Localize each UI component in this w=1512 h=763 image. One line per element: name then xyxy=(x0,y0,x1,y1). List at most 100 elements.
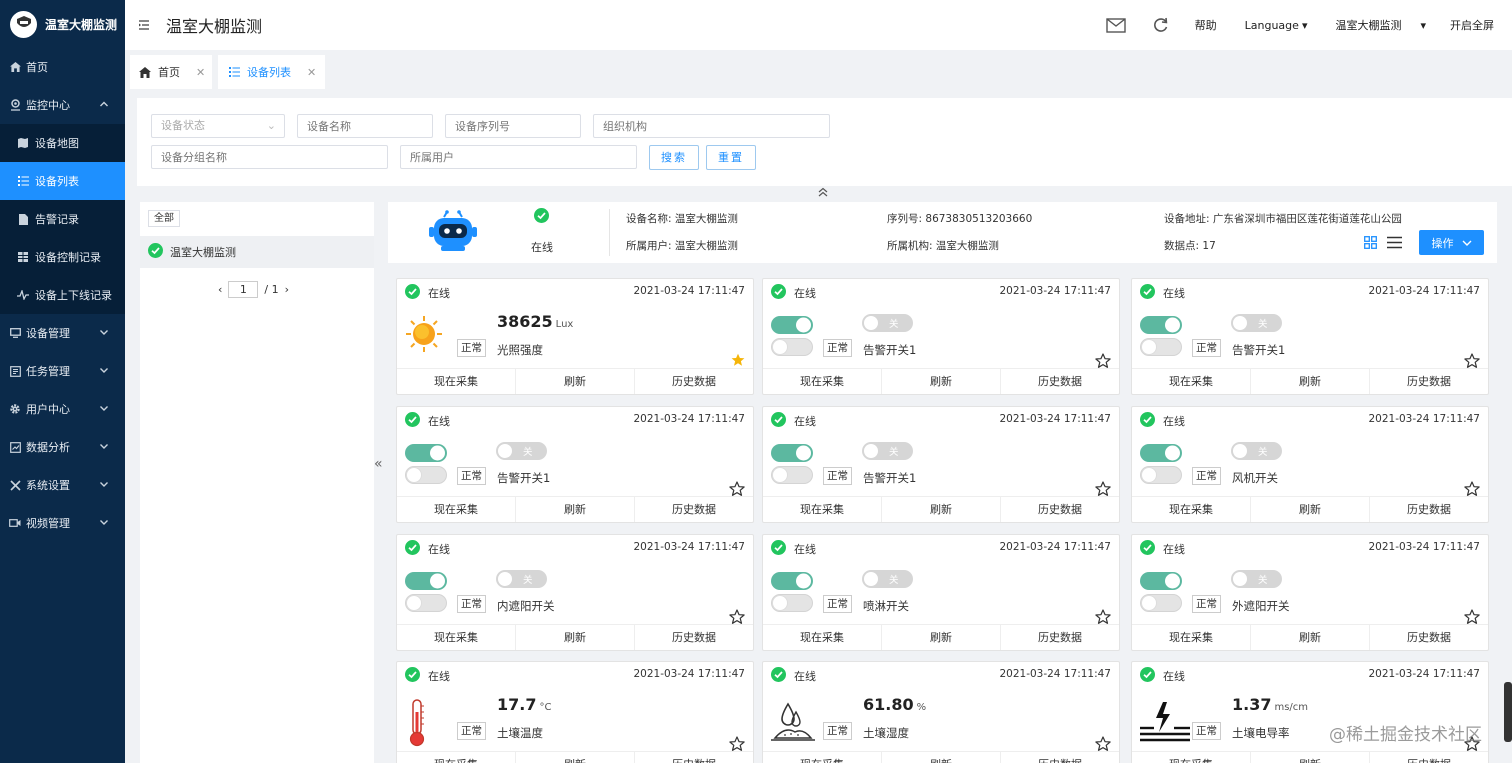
sidebar-item-2[interactable]: 设备地图 xyxy=(0,124,125,162)
prev-page-icon[interactable]: ‹ xyxy=(218,283,222,296)
page-number-input[interactable]: 1 xyxy=(228,281,259,298)
toggle-switch-on[interactable] xyxy=(1140,572,1182,593)
history-data-button[interactable]: 历史数据 xyxy=(635,752,753,763)
toggle-switch-off[interactable] xyxy=(405,466,447,487)
off-switch-pill[interactable]: 关 xyxy=(1231,442,1282,460)
help-link[interactable]: 帮助 xyxy=(1195,17,1217,33)
toggle-switch-on[interactable] xyxy=(1140,316,1182,337)
refresh-button[interactable]: 刷新 xyxy=(1251,625,1370,650)
history-data-button[interactable]: 历史数据 xyxy=(1001,497,1119,522)
sidebar-item-11[interactable]: 系统设置 xyxy=(0,466,125,504)
refresh-button[interactable]: 刷新 xyxy=(882,497,1001,522)
refresh-button[interactable]: 刷新 xyxy=(516,497,635,522)
refresh-button[interactable]: 刷新 xyxy=(516,752,635,763)
reset-button[interactable]: 重置 xyxy=(706,145,756,170)
close-icon[interactable]: ✕ xyxy=(307,66,316,79)
history-data-button[interactable]: 历史数据 xyxy=(635,369,753,394)
device-serial-input[interactable] xyxy=(445,114,581,138)
toggle-switch-off[interactable] xyxy=(771,594,813,615)
collect-now-button[interactable]: 现在采集 xyxy=(763,369,882,394)
group-name-input[interactable] xyxy=(151,145,388,169)
device-name-input[interactable] xyxy=(297,114,433,138)
off-switch-pill[interactable]: 关 xyxy=(862,442,913,460)
tab-home[interactable]: 首页 ✕ xyxy=(130,55,212,89)
app-logo[interactable]: 温室大棚监测 xyxy=(0,0,125,48)
sidebar-item-3[interactable]: 设备列表 xyxy=(0,162,125,200)
collect-now-button[interactable]: 现在采集 xyxy=(397,369,516,394)
operation-button[interactable]: 操作 xyxy=(1419,230,1484,255)
grid-view-icon[interactable] xyxy=(1364,236,1377,252)
off-switch-pill[interactable]: 关 xyxy=(862,570,913,588)
tree-all-button[interactable]: 全部 xyxy=(148,210,180,227)
collapse-up-icon[interactable] xyxy=(817,186,829,198)
history-data-button[interactable]: 历史数据 xyxy=(635,497,753,522)
collect-now-button[interactable]: 现在采集 xyxy=(397,497,516,522)
refresh-button[interactable]: 刷新 xyxy=(882,369,1001,394)
next-page-icon[interactable]: › xyxy=(285,283,289,296)
history-data-button[interactable]: 历史数据 xyxy=(1001,369,1119,394)
toggle-switch-off[interactable] xyxy=(771,466,813,487)
collapse-left-icon[interactable]: « xyxy=(374,456,386,472)
sidebar-item-12[interactable]: 视频管理 xyxy=(0,504,125,542)
toggle-switch-on[interactable] xyxy=(771,572,813,593)
history-data-button[interactable]: 历史数据 xyxy=(1370,497,1488,522)
refresh-button[interactable]: 刷新 xyxy=(1251,752,1370,763)
collect-now-button[interactable]: 现在采集 xyxy=(763,625,882,650)
collect-now-button[interactable]: 现在采集 xyxy=(763,752,882,763)
toggle-switch-on[interactable] xyxy=(405,444,447,465)
menu-toggle-icon[interactable] xyxy=(138,19,150,31)
history-data-button[interactable]: 历史数据 xyxy=(1370,625,1488,650)
org-input[interactable] xyxy=(593,114,830,138)
sidebar-item-9[interactable]: 用户中心 xyxy=(0,390,125,428)
user-input[interactable] xyxy=(400,145,637,169)
off-switch-pill[interactable]: 关 xyxy=(1231,314,1282,332)
list-view-icon[interactable] xyxy=(1387,236,1402,252)
refresh-button[interactable]: 刷新 xyxy=(516,625,635,650)
collect-now-button[interactable]: 现在采集 xyxy=(397,752,516,763)
toggle-switch-on[interactable] xyxy=(405,572,447,593)
toggle-switch-off[interactable] xyxy=(771,338,813,359)
sidebar-item-0[interactable]: 首页 xyxy=(0,48,125,86)
history-data-button[interactable]: 历史数据 xyxy=(1001,752,1119,763)
status-select[interactable]: 设备状态 ⌄ xyxy=(151,114,285,138)
scrollbar[interactable] xyxy=(1504,682,1512,742)
toggle-switch-on[interactable] xyxy=(1140,444,1182,465)
refresh-button[interactable]: 刷新 xyxy=(882,752,1001,763)
toggle-switch-off[interactable] xyxy=(1140,338,1182,359)
sidebar-item-5[interactable]: 设备控制记录 xyxy=(0,238,125,276)
history-data-button[interactable]: 历史数据 xyxy=(635,625,753,650)
toggle-switch-on[interactable] xyxy=(771,444,813,465)
off-switch-pill[interactable]: 关 xyxy=(862,314,913,332)
close-icon[interactable]: ✕ xyxy=(196,66,205,79)
toggle-switch-off[interactable] xyxy=(1140,466,1182,487)
tree-node[interactable]: 温室大棚监测 xyxy=(140,236,374,268)
toggle-switch-off[interactable] xyxy=(1140,594,1182,615)
language-dropdown[interactable]: Language ▾ xyxy=(1245,19,1308,32)
collect-now-button[interactable]: 现在采集 xyxy=(763,497,882,522)
toggle-switch-on[interactable] xyxy=(771,316,813,337)
refresh-icon[interactable] xyxy=(1152,17,1169,34)
history-data-button[interactable]: 历史数据 xyxy=(1001,625,1119,650)
sidebar-item-6[interactable]: 设备上下线记录 xyxy=(0,276,125,314)
toggle-switch-off[interactable] xyxy=(405,594,447,615)
collect-now-button[interactable]: 现在采集 xyxy=(1132,369,1251,394)
off-switch-pill[interactable]: 关 xyxy=(496,570,547,588)
collect-now-button[interactable]: 现在采集 xyxy=(397,625,516,650)
refresh-button[interactable]: 刷新 xyxy=(1251,369,1370,394)
sidebar-item-10[interactable]: 数据分析 xyxy=(0,428,125,466)
history-data-button[interactable]: 历史数据 xyxy=(1370,752,1488,763)
off-switch-pill[interactable]: 关 xyxy=(1231,570,1282,588)
history-data-button[interactable]: 历史数据 xyxy=(1370,369,1488,394)
refresh-button[interactable]: 刷新 xyxy=(1251,497,1370,522)
refresh-button[interactable]: 刷新 xyxy=(516,369,635,394)
sidebar-item-4[interactable]: 告警记录 xyxy=(0,200,125,238)
fullscreen-button[interactable]: 开启全屏 xyxy=(1450,17,1494,33)
org-dropdown[interactable]: 温室大棚监测 ▾ xyxy=(1335,17,1426,33)
mail-icon[interactable] xyxy=(1105,17,1126,33)
refresh-button[interactable]: 刷新 xyxy=(882,625,1001,650)
sidebar-item-7[interactable]: 设备管理 xyxy=(0,314,125,352)
search-button[interactable]: 搜索 xyxy=(649,145,699,170)
sidebar-item-8[interactable]: 任务管理 xyxy=(0,352,125,390)
off-switch-pill[interactable]: 关 xyxy=(496,442,547,460)
collect-now-button[interactable]: 现在采集 xyxy=(1132,752,1251,763)
